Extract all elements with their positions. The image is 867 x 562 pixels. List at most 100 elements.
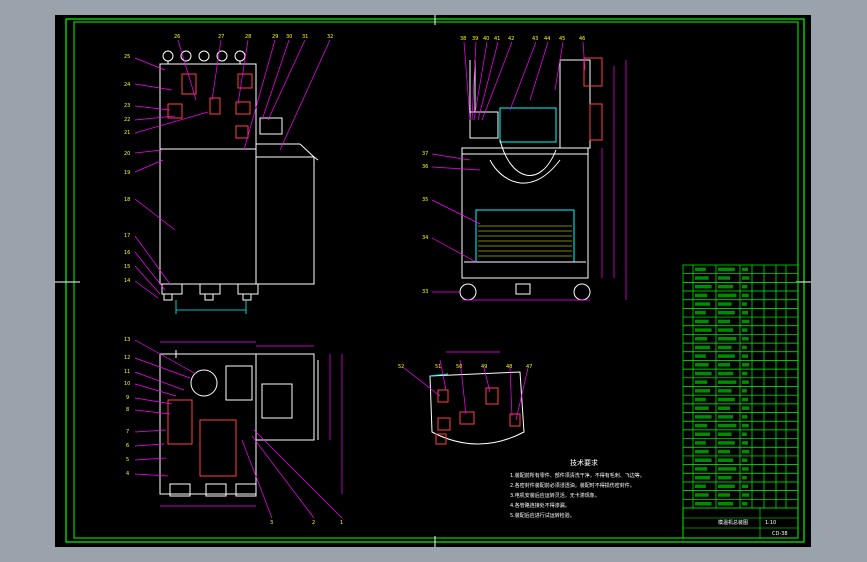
balloon-34: 34 bbox=[422, 235, 428, 241]
parts-list-cell bbox=[695, 406, 709, 410]
parts-list-cell bbox=[742, 415, 748, 419]
parts-list-cell bbox=[718, 406, 730, 410]
parts-list-cell bbox=[695, 337, 708, 341]
parts-list-cell bbox=[718, 475, 732, 480]
title-name: 模温机总装图 bbox=[718, 519, 748, 526]
parts-list-cell bbox=[695, 484, 706, 489]
parts-list-cell bbox=[695, 293, 708, 298]
balloon-3: 3 bbox=[270, 520, 273, 526]
parts-list-cell bbox=[695, 493, 709, 497]
balloon-43: 43 bbox=[532, 36, 538, 42]
parts-list-cell bbox=[695, 397, 706, 402]
parts-list-cell bbox=[695, 380, 708, 384]
parts-list-cell bbox=[695, 310, 706, 315]
parts-list-cell bbox=[695, 328, 712, 332]
balloon-46: 46 bbox=[579, 36, 585, 42]
parts-list-cell bbox=[695, 371, 712, 376]
balloon-38: 38 bbox=[460, 36, 466, 42]
parts-list-cell bbox=[695, 458, 712, 463]
balloon-2: 2 bbox=[312, 520, 315, 526]
parts-list-cell bbox=[742, 441, 749, 445]
parts-list-cell bbox=[742, 354, 749, 358]
parts-list-cell bbox=[742, 310, 749, 315]
parts-list-cell bbox=[742, 345, 747, 350]
balloon-7: 7 bbox=[126, 429, 129, 435]
parts-list-cell bbox=[742, 432, 747, 436]
notes-line-3: 3.电机安装后应运转灵活，无卡滞现象。 bbox=[510, 492, 600, 499]
parts-list-cell bbox=[695, 475, 711, 480]
title-drawing-no: CD-38 bbox=[772, 531, 788, 537]
parts-list-cell bbox=[718, 423, 737, 428]
parts-list-cell bbox=[695, 276, 709, 280]
parts-list-cell bbox=[718, 371, 734, 376]
balloon-50: 50 bbox=[456, 364, 462, 370]
parts-list-cell bbox=[742, 423, 749, 428]
parts-list-cell bbox=[718, 276, 730, 280]
parts-list-cell bbox=[742, 319, 750, 324]
parts-list-cell bbox=[718, 302, 732, 306]
balloon-52: 52 bbox=[398, 364, 404, 370]
parts-list-cell bbox=[742, 337, 749, 341]
balloon-1: 1 bbox=[340, 520, 343, 526]
parts-list-cell bbox=[742, 389, 747, 393]
parts-list-cell bbox=[695, 449, 709, 454]
title-scale: 1:10 bbox=[765, 520, 776, 526]
parts-list-cell bbox=[742, 267, 749, 272]
balloon-44: 44 bbox=[544, 36, 550, 42]
parts-list-cell bbox=[742, 484, 749, 489]
balloon-51: 51 bbox=[435, 364, 441, 370]
cad-drawing-viewport[interactable]: 25 24 23 22 21 20 19 18 17 16 15 14 26 2… bbox=[0, 0, 867, 562]
parts-list-cell bbox=[742, 475, 747, 480]
balloon-5: 5 bbox=[126, 457, 129, 463]
parts-list-cell bbox=[718, 467, 737, 471]
parts-list-cell bbox=[718, 493, 730, 497]
balloon-29: 29 bbox=[272, 34, 278, 40]
balloon-32: 32 bbox=[327, 34, 333, 40]
parts-list-cell bbox=[742, 302, 747, 306]
parts-list-cell bbox=[718, 267, 735, 272]
parts-list-cell bbox=[695, 467, 708, 471]
balloon-28: 28 bbox=[245, 34, 251, 40]
parts-list-cell bbox=[718, 363, 730, 367]
balloon-41: 41 bbox=[494, 36, 500, 42]
balloon-21: 21 bbox=[124, 130, 130, 136]
balloon-15: 15 bbox=[124, 264, 130, 270]
drawing-sheet bbox=[55, 15, 811, 547]
balloon-14: 14 bbox=[124, 278, 130, 284]
parts-list-cell bbox=[695, 345, 711, 350]
balloon-10: 10 bbox=[124, 381, 130, 387]
notes-line-2: 2.各密封件装配前必须浸透油，装配时不得损伤密封件。 bbox=[510, 482, 635, 489]
balloon-25: 25 bbox=[124, 54, 130, 60]
balloon-12: 12 bbox=[124, 355, 130, 361]
parts-list-cell bbox=[742, 493, 750, 497]
balloon-24: 24 bbox=[124, 82, 130, 88]
parts-list-cell bbox=[742, 293, 749, 298]
parts-list-cell bbox=[718, 337, 737, 341]
balloon-36: 36 bbox=[422, 164, 428, 170]
parts-list-cell bbox=[718, 389, 732, 393]
balloon-42: 42 bbox=[508, 36, 514, 42]
parts-list-cell bbox=[742, 276, 750, 280]
balloon-33: 33 bbox=[422, 289, 428, 295]
balloon-39: 39 bbox=[472, 36, 478, 42]
notes-line-4: 4.各管路连接处不得渗漏。 bbox=[510, 502, 570, 509]
balloon-40: 40 bbox=[483, 36, 489, 42]
balloon-16: 16 bbox=[124, 250, 130, 256]
balloon-11: 11 bbox=[124, 369, 130, 375]
balloon-18: 18 bbox=[124, 197, 130, 203]
parts-list-cell bbox=[742, 380, 749, 384]
balloon-17: 17 bbox=[124, 233, 130, 239]
parts-list-cell bbox=[742, 458, 748, 463]
parts-list-cell bbox=[695, 501, 712, 506]
balloon-27: 27 bbox=[218, 34, 224, 40]
balloon-23: 23 bbox=[124, 103, 130, 109]
parts-list-cell bbox=[718, 501, 734, 506]
parts-list-cell bbox=[718, 441, 735, 445]
parts-list-cell bbox=[695, 432, 711, 436]
parts-list-cell bbox=[718, 310, 735, 315]
parts-list-cell bbox=[695, 363, 709, 367]
parts-list-cell bbox=[718, 328, 734, 332]
parts-list-cell bbox=[718, 345, 732, 350]
balloon-8: 8 bbox=[126, 407, 129, 413]
notes-line-5: 5.装配后应进行试运转检验。 bbox=[510, 512, 575, 519]
